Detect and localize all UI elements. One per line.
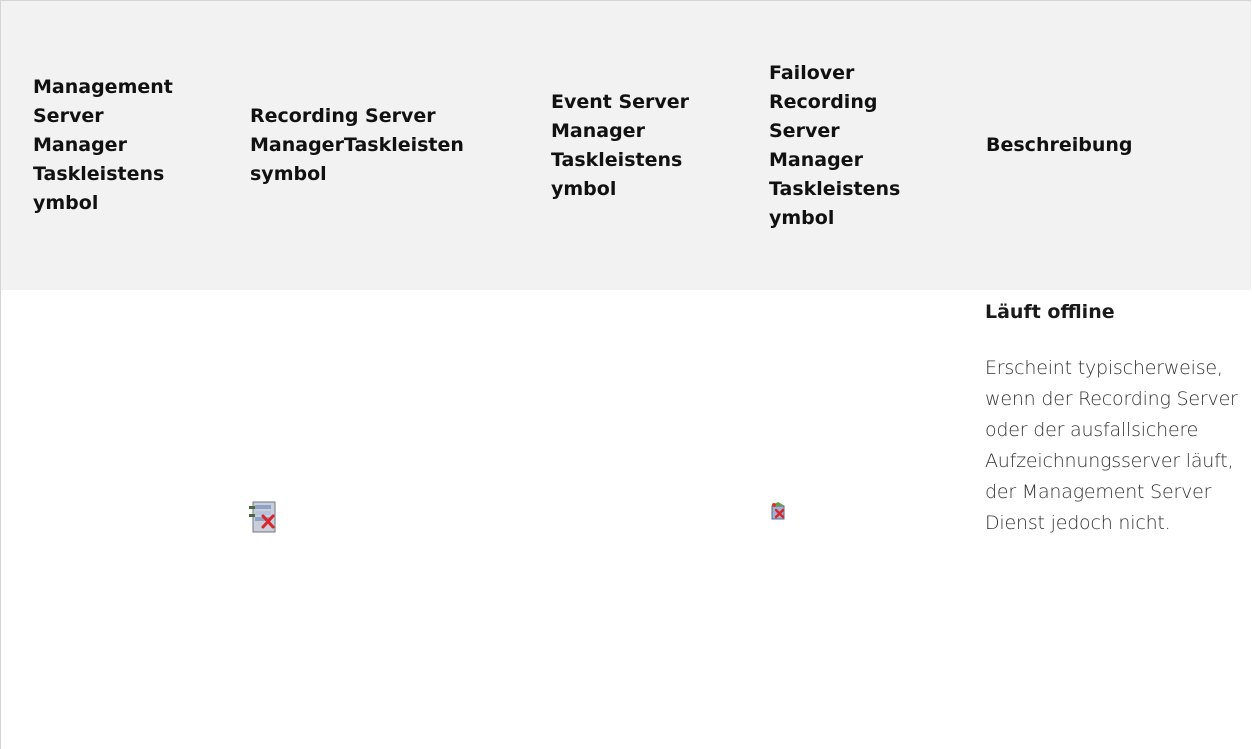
header-description-label: Beschreibung xyxy=(986,134,1133,156)
status-title: Läuft offline xyxy=(985,301,1115,323)
header-line: Taskleistens xyxy=(769,177,901,200)
table-header-row: Management Server Manager Taskleistens y… xyxy=(1,1,1251,290)
header-line: ymbol xyxy=(769,206,835,229)
failover-server-offline-icon xyxy=(768,501,788,521)
header-line: Recording xyxy=(769,90,878,113)
header-line: ManagerTaskleisten xyxy=(250,134,464,156)
header-line: Recording Server xyxy=(250,105,436,127)
header-line: Management xyxy=(33,76,173,98)
header-line: Manager xyxy=(551,119,645,142)
header-line: Failover xyxy=(769,61,855,84)
header-line: Taskleistens xyxy=(33,163,165,185)
header-line: ymbol xyxy=(551,177,617,200)
header-line: Manager xyxy=(33,134,127,156)
header-line: Server xyxy=(769,119,840,142)
header-line: symbol xyxy=(250,163,327,185)
status-description: Erscheint typischerweise, wenn der Recor… xyxy=(985,357,1238,534)
recording-server-offline-icon xyxy=(249,500,277,534)
header-line: Server xyxy=(33,105,104,127)
header-event-server: Event Server Manager Taskleistens ymbol xyxy=(551,1,731,290)
header-line: Taskleistens xyxy=(551,148,683,171)
header-recording-server: Recording Server ManagerTaskleisten symb… xyxy=(250,1,520,290)
header-line: Manager xyxy=(769,148,863,171)
header-failover-server: Failover Recording Server Manager Taskle… xyxy=(769,1,949,290)
header-management-server: Management Server Manager Taskleistens y… xyxy=(33,1,203,290)
header-description: Beschreibung xyxy=(986,1,1236,290)
header-line: ymbol xyxy=(33,192,99,214)
header-line: Event Server xyxy=(551,90,690,113)
